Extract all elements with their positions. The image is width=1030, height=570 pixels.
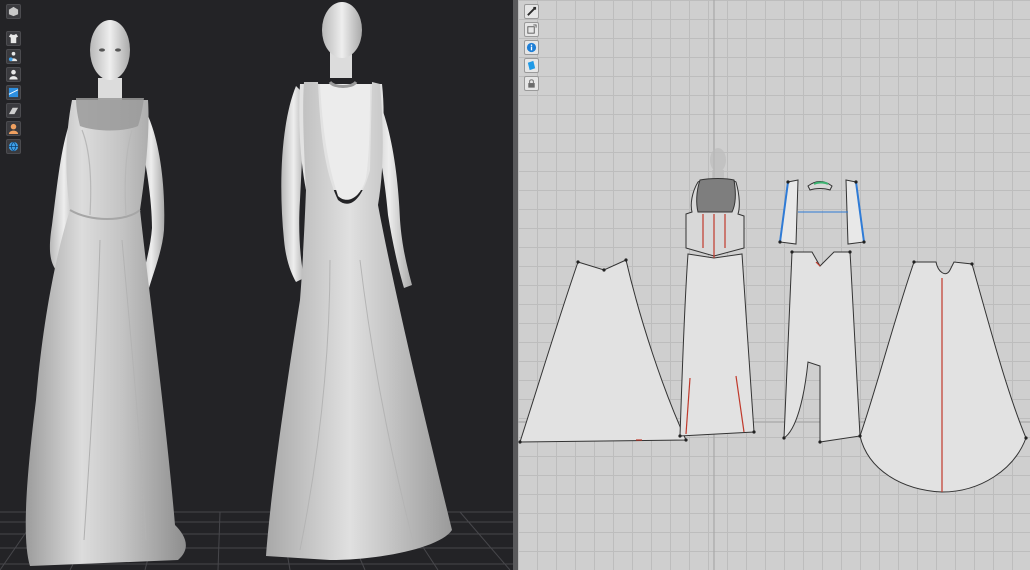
lace-yoke [76, 98, 144, 131]
pattern-lace-yoke[interactable] [696, 178, 736, 213]
pattern-tool-button[interactable] [524, 4, 539, 19]
avatar-silhouette [710, 148, 726, 180]
fabric-view-icon [527, 60, 536, 71]
garment-button[interactable] [6, 31, 21, 46]
3d-viewport[interactable] [0, 0, 513, 570]
front-avatar [25, 20, 186, 566]
back-avatar [266, 2, 452, 560]
render-mode-button[interactable] [6, 4, 21, 19]
pattern-skirt-train[interactable] [859, 261, 1027, 493]
pattern-back-strap-left[interactable] [779, 179, 799, 245]
garment-icon [8, 33, 19, 44]
globe-icon [8, 141, 19, 152]
avatar-button[interactable] [6, 67, 21, 82]
texture-icon [8, 87, 19, 98]
front-dress [25, 100, 186, 566]
globe-button[interactable] [6, 139, 21, 154]
back-head [322, 2, 362, 58]
pattern-skirt-left[interactable] [519, 259, 687, 443]
info-button[interactable] [524, 40, 539, 55]
pattern-skirt-front[interactable] [679, 253, 755, 437]
fabric-view-button[interactable] [524, 58, 539, 73]
fabric-icon [8, 107, 19, 115]
pattern-skirt-back[interactable] [783, 251, 861, 443]
skin-button[interactable] [6, 121, 21, 136]
skin-icon [8, 123, 19, 134]
lock-button[interactable] [524, 76, 539, 91]
pattern-tool-icon [527, 6, 537, 16]
2d-canvas [518, 0, 1030, 570]
render-mode-icon [8, 6, 19, 17]
fabric-button[interactable] [6, 103, 21, 118]
transform-tool-icon [527, 24, 537, 34]
2d-toolbar [524, 4, 539, 91]
avatar-icon [9, 69, 18, 80]
texture-button[interactable] [6, 85, 21, 100]
lock-icon [528, 79, 535, 88]
transform-tool-button[interactable] [524, 22, 539, 37]
pattern-back-strap-right[interactable] [845, 179, 865, 245]
info-icon [526, 42, 537, 53]
3d-scene [0, 2, 513, 570]
avatar-arrangement-icon [8, 51, 18, 62]
2d-pattern-window[interactable] [518, 0, 1030, 570]
head [90, 20, 130, 80]
avatar-arrangement-button[interactable] [6, 49, 21, 64]
3d-toolbar [6, 4, 21, 154]
